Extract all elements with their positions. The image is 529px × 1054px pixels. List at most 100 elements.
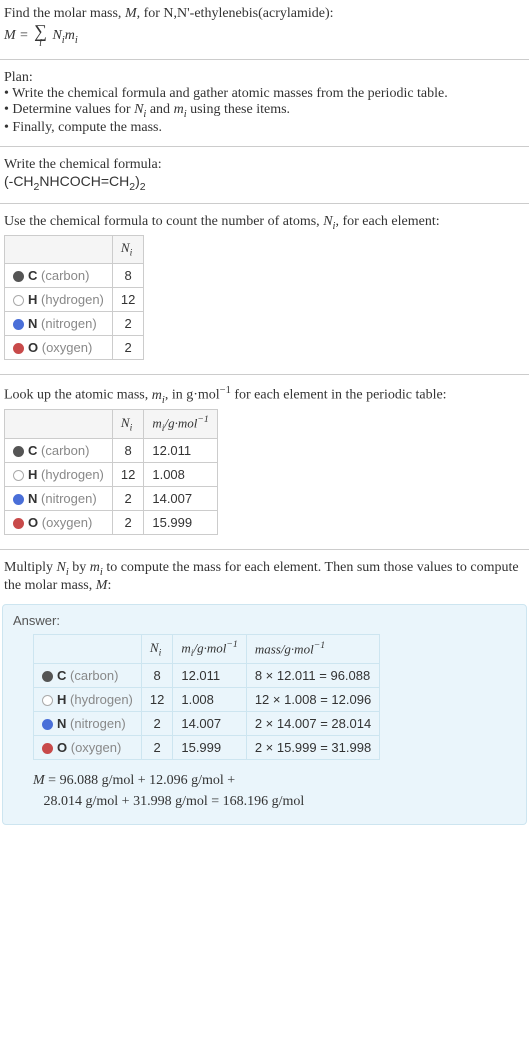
table-row: C (carbon)812.011 <box>5 439 218 463</box>
el-m: 15.999 <box>173 736 246 760</box>
h3-Ni-sub: i <box>159 647 162 658</box>
count-a: Use the chemical formula to count the nu… <box>4 214 323 229</box>
var-mi2: mi <box>152 388 165 403</box>
var-M: M <box>125 6 137 21</box>
sum-symbol: ∑i <box>34 22 47 49</box>
write-formula-title: Write the chemical formula: <box>4 157 525 173</box>
dot-icon <box>13 446 24 457</box>
multiply-section: Multiply Ni by mi to compute the mass fo… <box>0 554 529 600</box>
el-name: (carbon) <box>70 668 118 683</box>
h2-unit: /g·mol <box>164 416 197 431</box>
lookup-title: Look up the atomic mass, mi, in g·mol−1 … <box>4 385 525 405</box>
element-cell: H (hydrogen) <box>5 463 113 487</box>
final-b: = 96.088 g/mol + 12.096 g/mol + <box>45 773 236 788</box>
table-row: O (oxygen)2 <box>5 335 144 359</box>
el-sym: C <box>28 268 37 283</box>
var-M2: M <box>96 578 108 593</box>
answer-table: Ni mi/g·mol−1 mass/g·mol−1 C (carbon)812… <box>33 634 380 760</box>
h2-Ni: N <box>121 415 130 430</box>
table-header-row: Ni <box>5 236 144 264</box>
dot-icon <box>42 671 53 682</box>
element-cell: O (oxygen) <box>5 335 113 359</box>
table-row: N (nitrogen)214.007 <box>5 487 218 511</box>
divider <box>0 549 529 550</box>
divider <box>0 374 529 375</box>
mult-d: : <box>107 578 111 593</box>
mi: m <box>174 102 184 117</box>
element-cell: C (carbon) <box>5 263 113 287</box>
el-mass: 12 × 1.008 = 12.096 <box>246 688 379 712</box>
h3-mi: m <box>181 640 190 655</box>
el-sym: O <box>28 340 38 355</box>
dot-icon <box>42 719 53 730</box>
plan-b2-a: • Determine values for <box>4 102 134 117</box>
el-sym: H <box>28 292 37 307</box>
intro-text-end: , for N,N'-ethylenebis(acrylamide): <box>137 6 334 21</box>
header-mass: mass/g·mol−1 <box>246 635 379 664</box>
el-N: 2 <box>112 311 143 335</box>
plan-b2-b: and <box>146 102 173 117</box>
table-row: C (carbon)812.0118 × 12.011 = 96.088 <box>34 664 380 688</box>
molar-mass-equation: M = ∑i Nimi <box>4 28 78 43</box>
el-name: (hydrogen) <box>41 292 104 307</box>
dot-icon <box>13 319 24 330</box>
table-row: O (oxygen)215.9992 × 15.999 = 31.998 <box>34 736 380 760</box>
el-sym: N <box>28 316 37 331</box>
mi2: m <box>152 388 162 403</box>
divider <box>0 146 529 147</box>
atom-count-table: Ni C (carbon)8 H (hydrogen)12 N (nitroge… <box>4 235 144 360</box>
el-sym: N <box>57 716 66 731</box>
table-row: H (hydrogen)121.008 <box>5 463 218 487</box>
el-mass: 2 × 15.999 = 31.998 <box>246 736 379 760</box>
el-m: 15.999 <box>144 511 217 535</box>
header-Ni: Ni <box>112 236 143 264</box>
h2-Ni-sub: i <box>130 423 133 434</box>
atomic-mass-table: Ni mi/g·mol−1 C (carbon)812.011 H (hydro… <box>4 409 218 535</box>
h3-mass: mass/g·mol <box>255 642 314 657</box>
el-m: 12.011 <box>173 664 246 688</box>
eq-m-sub: i <box>75 35 78 46</box>
el-N: 12 <box>112 287 143 311</box>
table-header-row: Ni mi/g·mol−1 mass/g·mol−1 <box>34 635 380 664</box>
element-cell: H (hydrogen) <box>5 287 113 311</box>
el-N: 8 <box>112 439 143 463</box>
chem-b: NHCOCH=CH <box>39 173 129 189</box>
lookup-a: Look up the atomic mass, <box>4 388 152 403</box>
dot-icon <box>13 494 24 505</box>
el-N: 2 <box>141 712 172 736</box>
el-m: 14.007 <box>144 487 217 511</box>
count-atoms-title: Use the chemical formula to count the nu… <box>4 214 525 232</box>
el-mass: 8 × 12.011 = 96.088 <box>246 664 379 688</box>
el-N: 2 <box>112 487 143 511</box>
dot-icon <box>42 743 53 754</box>
el-sym: C <box>57 668 66 683</box>
h-Ni: N <box>121 240 130 255</box>
eq-m: m <box>65 28 75 43</box>
answer-title: Answer: <box>13 613 516 628</box>
el-N: 12 <box>141 688 172 712</box>
el-name: (hydrogen) <box>41 467 104 482</box>
table-row: H (hydrogen)12 <box>5 287 144 311</box>
el-m: 12.011 <box>144 439 217 463</box>
lookup-sup: −1 <box>220 385 231 396</box>
el-m: 1.008 <box>173 688 246 712</box>
el-name: (carbon) <box>41 443 89 458</box>
final-M: M <box>33 773 45 788</box>
el-name: (carbon) <box>41 268 89 283</box>
chem-a: (-CH <box>4 173 34 189</box>
h3-Ni: N <box>150 640 159 655</box>
h3-mass-sup: −1 <box>314 640 325 651</box>
el-name: (oxygen) <box>42 340 93 355</box>
count-b: , for each element: <box>335 214 439 229</box>
plan-bullet-3: • Finally, compute the mass. <box>4 120 525 136</box>
dot-icon <box>42 695 53 706</box>
header-blank <box>34 635 142 664</box>
el-m: 1.008 <box>144 463 217 487</box>
table-row: N (nitrogen) 2 <box>5 311 144 335</box>
el-sym: O <box>28 515 38 530</box>
write-formula-section: Write the chemical formula: (-CH2NHCOCH=… <box>0 151 529 199</box>
header-blank <box>5 236 113 264</box>
el-name: (nitrogen) <box>41 316 97 331</box>
plan-title: Plan: <box>4 70 525 86</box>
plan-bullet-2: • Determine values for Ni and mi using t… <box>4 102 525 120</box>
